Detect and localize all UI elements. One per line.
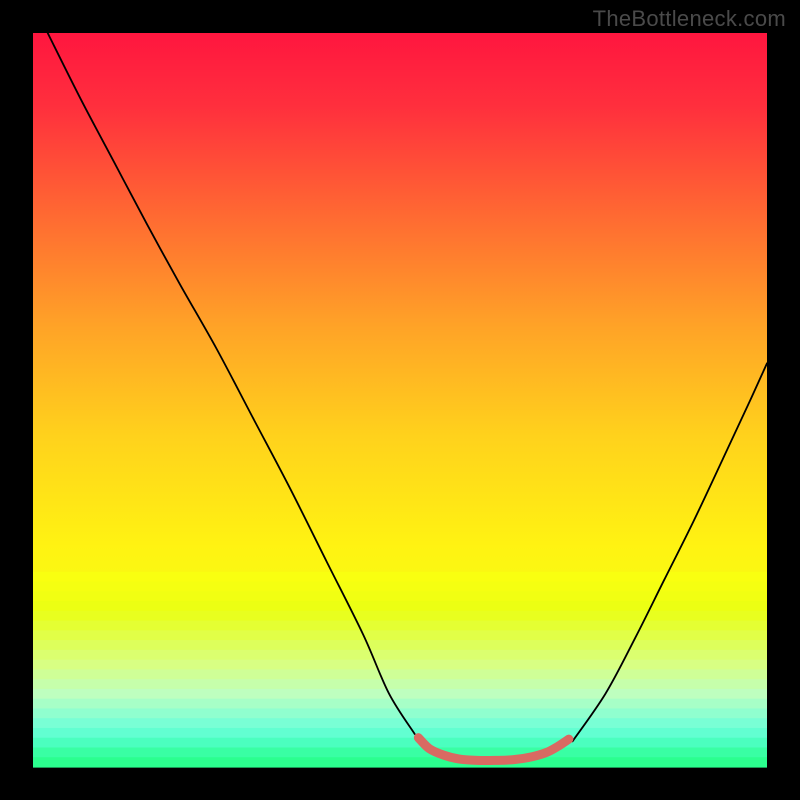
bottleneck-chart: [0, 0, 800, 800]
chart-frame: TheBottleneck.com: [0, 0, 800, 800]
watermark-text: TheBottleneck.com: [593, 6, 786, 32]
